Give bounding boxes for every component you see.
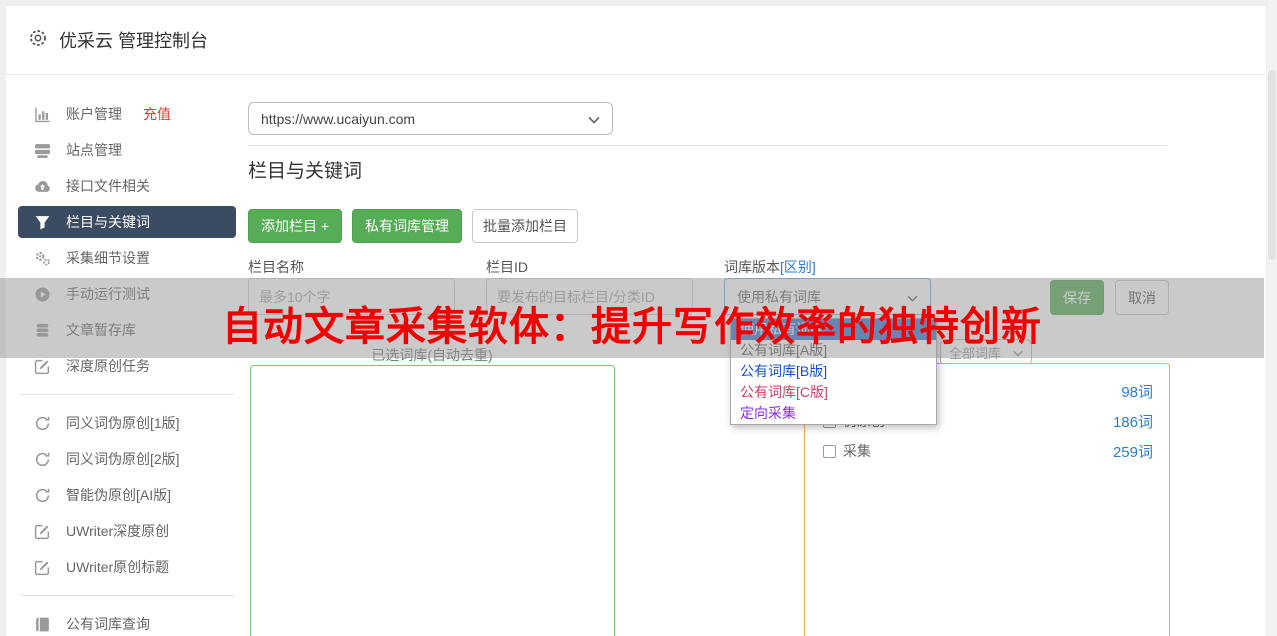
page-title: 栏目与关键词 <box>248 156 362 183</box>
sidebar-item-account[interactable]: 账户管理 充值 <box>6 96 248 132</box>
sidebar-item-label: 栏目与关键词 <box>66 212 150 232</box>
recharge-link[interactable]: 充值 <box>143 104 171 124</box>
private-lib-manage-button[interactable]: 私有词库管理 <box>352 209 462 243</box>
refresh-icon <box>34 487 51 504</box>
lib-version-label: 词库版本[区别] <box>724 257 816 277</box>
sidebar-item-label: 公有词库查询 <box>66 614 150 634</box>
sidebar-item-label: 深度原创任务 <box>66 356 150 376</box>
site-select-value: https://www.ucaiyun.com <box>261 111 415 127</box>
dropdown-option-directed[interactable]: 定向采集 <box>731 403 936 424</box>
sidebar-item-label: UWriter深度原创 <box>66 521 169 541</box>
batch-add-column-button[interactable]: 批量添加栏目 <box>472 209 578 243</box>
site-select[interactable]: https://www.ucaiyun.com <box>248 102 613 135</box>
scrollbar-thumb[interactable] <box>1268 70 1276 260</box>
sidebar-item-label: 站点管理 <box>66 140 122 160</box>
vertical-scrollbar[interactable] <box>1267 0 1277 636</box>
lib-row-count: 186词 <box>1113 411 1153 432</box>
sidebar-item-interface-files[interactable]: 接口文件相关 <box>6 168 248 204</box>
sidebar-item-collect-settings[interactable]: 采集细节设置 <box>6 240 248 276</box>
lib-row: 采集 259词 <box>823 436 1153 466</box>
difference-link[interactable]: [区别] <box>780 259 816 275</box>
refresh-icon <box>34 451 51 468</box>
divider <box>248 145 1167 146</box>
sidebar-item-ai-rewrite[interactable]: 智能伪原创[AI版] <box>6 477 248 513</box>
sidebar-item-label: 同义词伪原创[2版] <box>66 449 180 469</box>
sidebar-item-uwriter-deep[interactable]: UWriter深度原创 <box>6 513 248 549</box>
sidebar-item-label: 同义词伪原创[1版] <box>66 413 180 433</box>
edit-icon <box>34 358 51 375</box>
lib-row-count: 98词 <box>1121 381 1153 402</box>
divider <box>20 595 234 596</box>
dropdown-option-public-c[interactable]: 公有词库[C版] <box>731 382 936 403</box>
lib-row-label: 采集 <box>843 441 871 461</box>
sidebar-item-sites[interactable]: 站点管理 <box>6 132 248 168</box>
dropdown-option-public-b[interactable]: 公有词库[B版] <box>731 361 936 382</box>
selected-lib-panel <box>250 365 615 636</box>
app-title: 优采云 管理控制台 <box>59 27 208 53</box>
sidebar-item-label: 采集细节设置 <box>66 248 150 268</box>
book-icon <box>34 616 51 633</box>
sidebar-item-label: 智能伪原创[AI版] <box>66 485 171 505</box>
lib-row-count: 259词 <box>1113 441 1153 462</box>
cloud-upload-icon <box>34 178 51 195</box>
sidebar-item-label: 账户管理 <box>66 104 122 124</box>
sidebar-item-label: UWriter原创标题 <box>66 557 169 577</box>
sidebar-item-public-lib-query[interactable]: 公有词库查询 <box>6 606 248 636</box>
sidebar-item-label: 接口文件相关 <box>66 176 150 196</box>
edit-icon <box>34 559 51 576</box>
gear-icon <box>28 28 48 53</box>
watermark-banner: 自动文章采集软体：提升写作效率的独特创新 <box>0 294 1264 352</box>
sidebar-item-synonym-v1[interactable]: 同义词伪原创[1版] <box>6 405 248 441</box>
divider <box>20 394 234 395</box>
column-id-label: 栏目ID <box>486 257 528 277</box>
gears-icon <box>34 250 51 267</box>
add-column-button[interactable]: 添加栏目 + <box>248 209 342 243</box>
sidebar-item-synonym-v2[interactable]: 同义词伪原创[2版] <box>6 441 248 477</box>
bar-chart-icon <box>34 106 51 123</box>
filter-icon <box>34 214 51 231</box>
column-name-label: 栏目名称 <box>248 257 304 277</box>
chevron-down-icon <box>588 111 600 127</box>
sidebar-item-uwriter-title[interactable]: UWriter原创标题 <box>6 549 248 585</box>
server-icon <box>34 142 51 159</box>
refresh-icon <box>34 415 51 432</box>
edit-icon <box>34 523 51 540</box>
sidebar-item-columns-keywords[interactable]: 栏目与关键词 <box>18 206 236 238</box>
checkbox[interactable] <box>823 445 836 458</box>
app-header: 优采云 管理控制台 <box>6 6 1266 75</box>
